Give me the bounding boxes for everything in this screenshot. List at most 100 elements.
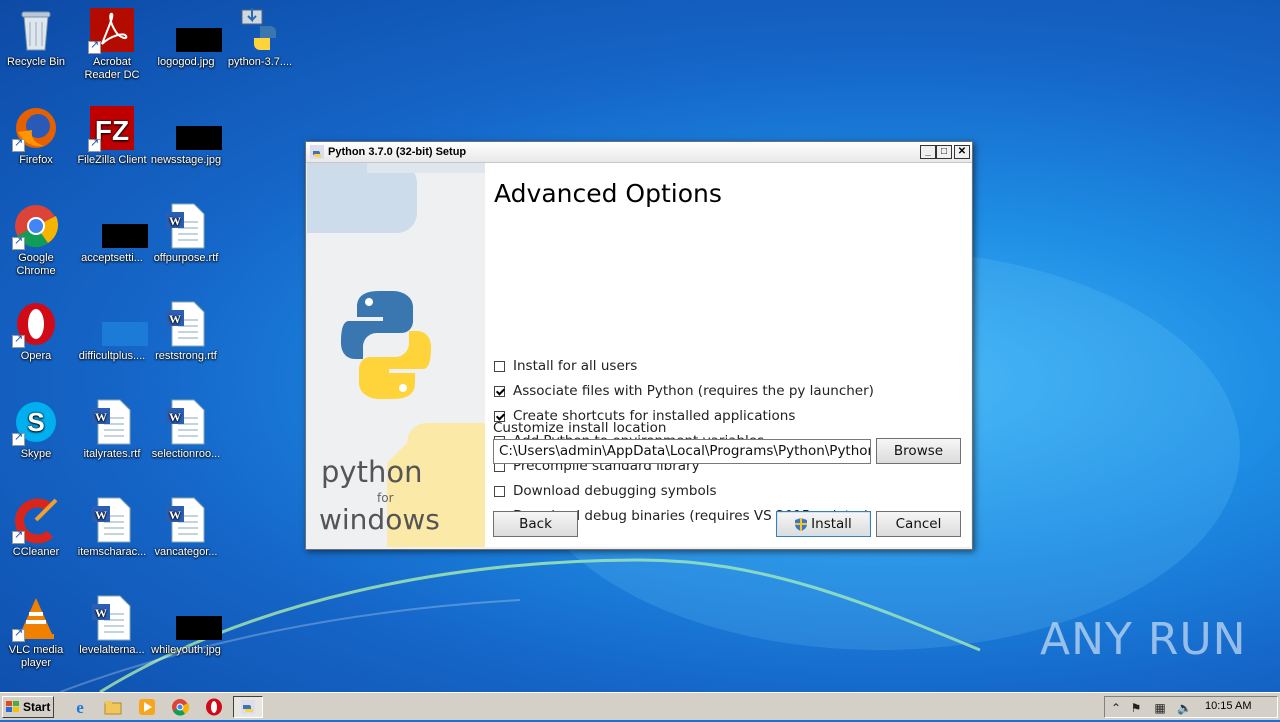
file-explorer-icon[interactable] bbox=[104, 698, 122, 716]
network-icon[interactable]: ▦ bbox=[1153, 701, 1167, 715]
start-button[interactable]: Start bbox=[2, 696, 54, 718]
cancel-button[interactable]: Cancel bbox=[876, 511, 961, 537]
desktop-icon-vancategor[interactable]: W vancategor... bbox=[148, 496, 224, 559]
vlc-icon bbox=[12, 594, 60, 642]
desktop-icon-whileyouth[interactable]: whileyouth.jpg bbox=[148, 594, 224, 657]
action-center-flag-icon[interactable]: ⚑ bbox=[1129, 701, 1143, 715]
chrome-icon bbox=[12, 202, 60, 250]
icon-label: whileyouth.jpg bbox=[151, 644, 221, 656]
internet-explorer-icon[interactable]: e bbox=[71, 698, 89, 717]
desktop-icon-levelalterna[interactable]: W levelalterna... bbox=[74, 594, 150, 657]
icon-label: Skype bbox=[20, 448, 52, 460]
word-document-icon: W bbox=[162, 300, 210, 348]
taskbar-python-setup[interactable] bbox=[233, 696, 263, 718]
skype-icon: S bbox=[12, 398, 60, 446]
volume-icon[interactable]: 🔈 bbox=[1177, 701, 1192, 715]
python-setup-window: Python 3.7.0 (32-bit) Setup _ □ ✕ python… bbox=[305, 141, 973, 550]
option-associate-files[interactable]: Associate files with Python (requires th… bbox=[494, 381, 874, 401]
acrobat-icon bbox=[88, 6, 136, 54]
python-installer-icon bbox=[236, 6, 284, 54]
word-document-icon: W bbox=[88, 398, 136, 446]
minimize-button[interactable]: _ bbox=[920, 145, 936, 159]
icon-label: reststrong.rtf bbox=[155, 350, 217, 362]
back-button[interactable]: Back bbox=[493, 511, 578, 537]
icon-label: difficultplus.... bbox=[78, 350, 146, 362]
option-label: Associate files with Python (requires th… bbox=[513, 383, 874, 399]
opera-taskbar-icon[interactable] bbox=[205, 698, 223, 716]
icon-label: itemscharac... bbox=[77, 546, 147, 558]
show-hidden-icons-chevron-icon[interactable]: ⌃ bbox=[1109, 701, 1123, 715]
shortcut-arrow-icon bbox=[12, 235, 25, 250]
system-tray: ⌃ ⚑ ▦ 🔈 bbox=[1104, 696, 1278, 718]
svg-text:e: e bbox=[76, 698, 84, 716]
chrome-taskbar-icon[interactable] bbox=[171, 698, 190, 716]
icon-label: Firefox bbox=[19, 154, 53, 166]
filezilla-icon: FZ bbox=[88, 104, 136, 152]
shortcut-arrow-icon bbox=[12, 333, 25, 348]
desktop-icon-chrome[interactable]: Google Chrome bbox=[0, 202, 74, 278]
icon-label: logogod.jpg bbox=[157, 56, 215, 68]
image-file-icon bbox=[162, 6, 222, 54]
media-player-icon[interactable] bbox=[138, 698, 156, 716]
desktop-icon-italyrates[interactable]: W italyrates.rtf bbox=[74, 398, 150, 461]
desktop-icon-selectionroo[interactable]: W selectionroo... bbox=[148, 398, 224, 461]
browse-button[interactable]: Browse bbox=[876, 438, 961, 464]
firefox-icon bbox=[12, 104, 60, 152]
install-location-input[interactable]: C:\Users\admin\AppData\Local\Programs\Py… bbox=[493, 439, 871, 464]
desktop-icon-filezilla[interactable]: FZ FileZilla Client bbox=[74, 104, 150, 167]
icon-label: python-3.7.... bbox=[227, 56, 293, 68]
svg-text:W: W bbox=[95, 508, 107, 522]
redacted-thumbnail bbox=[176, 28, 222, 52]
icon-label: selectionroo... bbox=[151, 448, 221, 460]
desktop-icon-ccleaner[interactable]: CCleaner bbox=[0, 496, 74, 559]
desktop-icon-acceptsetti[interactable]: acceptsetti... bbox=[74, 202, 150, 265]
checkbox[interactable] bbox=[494, 485, 505, 497]
shortcut-arrow-icon bbox=[12, 431, 25, 446]
desktop-icon-firefox[interactable]: Firefox bbox=[0, 104, 74, 167]
desktop-icon-itemscharac[interactable]: W itemscharac... bbox=[74, 496, 150, 559]
page-title: Advanced Options bbox=[494, 179, 722, 208]
icon-label: VLC media player bbox=[8, 644, 64, 669]
desktop-icon-logogod[interactable]: logogod.jpg bbox=[148, 6, 224, 69]
checkbox[interactable] bbox=[494, 360, 505, 372]
svg-text:W: W bbox=[169, 214, 181, 228]
python-logo-art bbox=[307, 163, 485, 547]
sidebar-windows-text: windows bbox=[319, 503, 440, 536]
icon-label: FileZilla Client bbox=[77, 154, 147, 166]
svg-text:W: W bbox=[95, 410, 107, 424]
close-button[interactable]: ✕ bbox=[954, 145, 970, 159]
install-button[interactable]: Install bbox=[776, 511, 871, 537]
shortcut-arrow-icon bbox=[12, 137, 25, 152]
option-install-all-users[interactable]: Install for all users bbox=[494, 356, 637, 376]
desktop-icon-newsstage[interactable]: newsstage.jpg bbox=[148, 104, 224, 167]
desktop-icon-skype[interactable]: S Skype bbox=[0, 398, 74, 461]
option-debug-symbols[interactable]: Download debugging symbols bbox=[494, 481, 717, 501]
svg-text:W: W bbox=[95, 606, 107, 620]
image-file-icon bbox=[162, 104, 222, 152]
desktop-icon-difficultplus[interactable]: difficultplus.... bbox=[74, 300, 150, 363]
svg-text:W: W bbox=[169, 312, 181, 326]
desktop-icon-recycle-bin[interactable]: Recycle Bin bbox=[0, 6, 74, 69]
icon-label: CCleaner bbox=[12, 546, 60, 558]
window-titlebar[interactable]: Python 3.7.0 (32-bit) Setup _ □ ✕ bbox=[306, 142, 972, 163]
image-file-icon bbox=[88, 202, 148, 250]
svg-text:W: W bbox=[169, 410, 181, 424]
desktop-icon-opera[interactable]: Opera bbox=[0, 300, 74, 363]
word-document-icon: W bbox=[162, 202, 210, 250]
option-label: Install for all users bbox=[513, 358, 638, 374]
word-document-icon: W bbox=[162, 398, 210, 446]
desktop-icon-acrobat[interactable]: Acrobat Reader DC bbox=[74, 6, 150, 82]
desktop-icon-reststrong[interactable]: W reststrong.rtf bbox=[148, 300, 224, 363]
icon-label: acceptsetti... bbox=[81, 252, 143, 264]
maximize-button[interactable]: □ bbox=[936, 145, 952, 159]
window-title: Python 3.7.0 (32-bit) Setup bbox=[328, 146, 467, 158]
desktop-icon-vlc[interactable]: VLC media player bbox=[0, 594, 74, 670]
python-branding-panel: python for windows bbox=[307, 163, 485, 547]
desktop-icon-offpurpose[interactable]: W offpurpose.rtf bbox=[148, 202, 224, 265]
desktop-icon-python-installer[interactable]: python-3.7.... bbox=[222, 6, 298, 69]
taskbar-clock[interactable]: 10:15 AM bbox=[1205, 700, 1251, 712]
checkbox[interactable] bbox=[494, 385, 505, 397]
shortcut-arrow-icon bbox=[12, 529, 25, 544]
watermark-text: ANY RUN bbox=[1040, 614, 1247, 665]
icon-label: Opera bbox=[20, 350, 52, 362]
